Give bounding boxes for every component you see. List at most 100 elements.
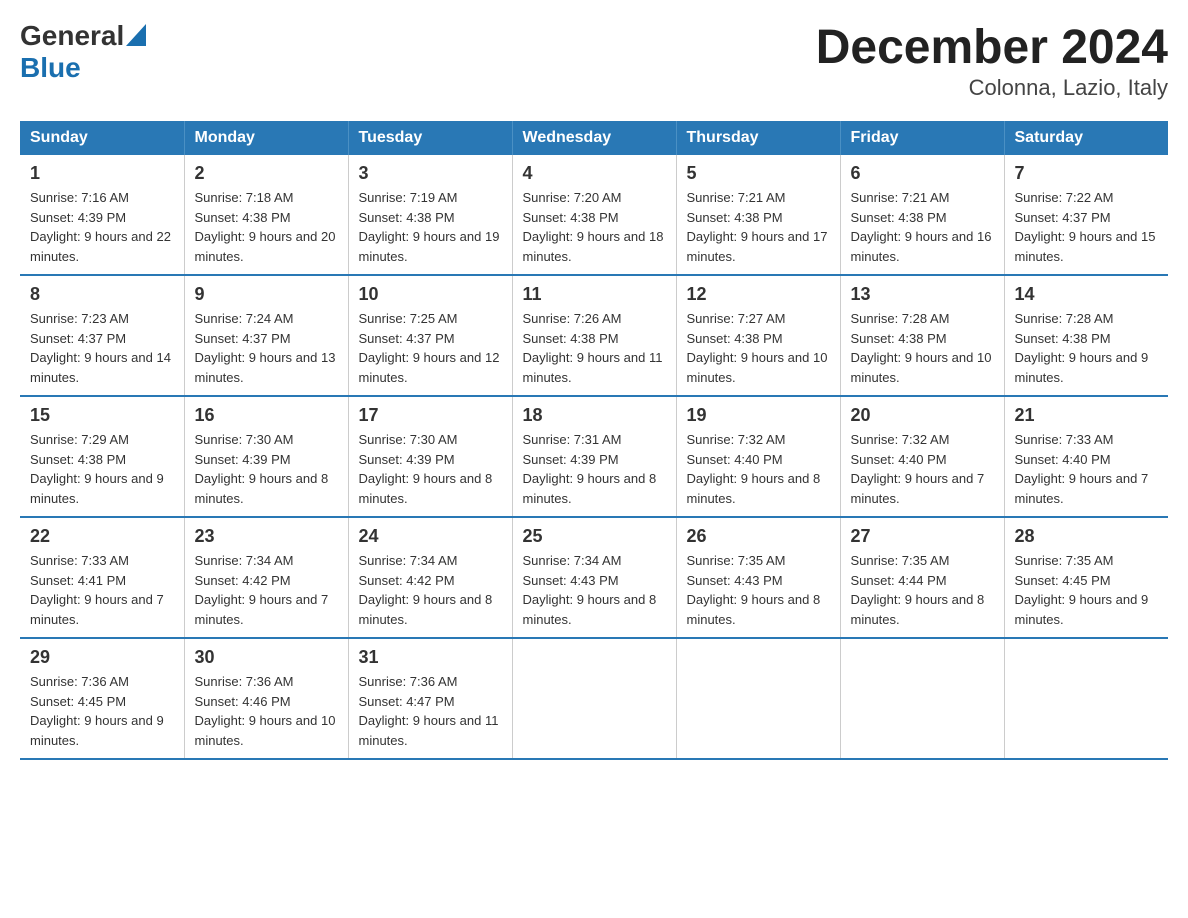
table-row: 10 Sunrise: 7:25 AMSunset: 4:37 PMDaylig…	[348, 275, 512, 396]
table-row: 20 Sunrise: 7:32 AMSunset: 4:40 PMDaylig…	[840, 396, 1004, 517]
day-number: 25	[523, 526, 666, 547]
table-row: 11 Sunrise: 7:26 AMSunset: 4:38 PMDaylig…	[512, 275, 676, 396]
col-wednesday: Wednesday	[512, 121, 676, 155]
day-number: 28	[1015, 526, 1159, 547]
day-number: 4	[523, 163, 666, 184]
day-number: 17	[359, 405, 502, 426]
calendar-table: Sunday Monday Tuesday Wednesday Thursday…	[20, 121, 1168, 760]
table-row	[512, 638, 676, 759]
day-number: 11	[523, 284, 666, 305]
day-number: 6	[851, 163, 994, 184]
day-info: Sunrise: 7:36 AMSunset: 4:47 PMDaylight:…	[359, 674, 499, 748]
day-number: 26	[687, 526, 830, 547]
table-row	[840, 638, 1004, 759]
day-info: Sunrise: 7:36 AMSunset: 4:45 PMDaylight:…	[30, 674, 164, 748]
day-info: Sunrise: 7:25 AMSunset: 4:37 PMDaylight:…	[359, 311, 500, 385]
day-info: Sunrise: 7:26 AMSunset: 4:38 PMDaylight:…	[523, 311, 663, 385]
table-row: 1 Sunrise: 7:16 AMSunset: 4:39 PMDayligh…	[20, 155, 184, 275]
day-info: Sunrise: 7:35 AMSunset: 4:43 PMDaylight:…	[687, 553, 821, 627]
calendar-title: December 2024	[816, 20, 1168, 75]
day-number: 29	[30, 647, 174, 668]
day-number: 12	[687, 284, 830, 305]
table-row: 27 Sunrise: 7:35 AMSunset: 4:44 PMDaylig…	[840, 517, 1004, 638]
table-row: 21 Sunrise: 7:33 AMSunset: 4:40 PMDaylig…	[1004, 396, 1168, 517]
day-number: 15	[30, 405, 174, 426]
title-block: December 2024 Colonna, Lazio, Italy	[816, 20, 1168, 101]
page-header: General Blue December 2024 Colonna, Lazi…	[20, 20, 1168, 101]
day-number: 20	[851, 405, 994, 426]
day-number: 21	[1015, 405, 1159, 426]
day-info: Sunrise: 7:32 AMSunset: 4:40 PMDaylight:…	[851, 432, 985, 506]
table-row: 22 Sunrise: 7:33 AMSunset: 4:41 PMDaylig…	[20, 517, 184, 638]
table-row: 4 Sunrise: 7:20 AMSunset: 4:38 PMDayligh…	[512, 155, 676, 275]
day-info: Sunrise: 7:35 AMSunset: 4:45 PMDaylight:…	[1015, 553, 1149, 627]
day-info: Sunrise: 7:20 AMSunset: 4:38 PMDaylight:…	[523, 190, 664, 264]
day-number: 22	[30, 526, 174, 547]
calendar-subtitle: Colonna, Lazio, Italy	[816, 75, 1168, 101]
logo-general: General	[20, 20, 124, 52]
day-info: Sunrise: 7:21 AMSunset: 4:38 PMDaylight:…	[687, 190, 828, 264]
day-info: Sunrise: 7:34 AMSunset: 4:42 PMDaylight:…	[359, 553, 493, 627]
col-thursday: Thursday	[676, 121, 840, 155]
day-info: Sunrise: 7:21 AMSunset: 4:38 PMDaylight:…	[851, 190, 992, 264]
day-number: 13	[851, 284, 994, 305]
table-row: 19 Sunrise: 7:32 AMSunset: 4:40 PMDaylig…	[676, 396, 840, 517]
day-info: Sunrise: 7:32 AMSunset: 4:40 PMDaylight:…	[687, 432, 821, 506]
col-sunday: Sunday	[20, 121, 184, 155]
day-info: Sunrise: 7:30 AMSunset: 4:39 PMDaylight:…	[359, 432, 493, 506]
day-info: Sunrise: 7:23 AMSunset: 4:37 PMDaylight:…	[30, 311, 171, 385]
day-info: Sunrise: 7:16 AMSunset: 4:39 PMDaylight:…	[30, 190, 171, 264]
day-number: 18	[523, 405, 666, 426]
day-info: Sunrise: 7:19 AMSunset: 4:38 PMDaylight:…	[359, 190, 500, 264]
day-number: 23	[195, 526, 338, 547]
table-row: 5 Sunrise: 7:21 AMSunset: 4:38 PMDayligh…	[676, 155, 840, 275]
day-number: 9	[195, 284, 338, 305]
logo-blue: Blue	[20, 52, 81, 83]
table-row	[1004, 638, 1168, 759]
table-row: 31 Sunrise: 7:36 AMSunset: 4:47 PMDaylig…	[348, 638, 512, 759]
day-number: 30	[195, 647, 338, 668]
col-tuesday: Tuesday	[348, 121, 512, 155]
table-row: 8 Sunrise: 7:23 AMSunset: 4:37 PMDayligh…	[20, 275, 184, 396]
table-row: 15 Sunrise: 7:29 AMSunset: 4:38 PMDaylig…	[20, 396, 184, 517]
day-number: 19	[687, 405, 830, 426]
day-info: Sunrise: 7:33 AMSunset: 4:41 PMDaylight:…	[30, 553, 164, 627]
day-info: Sunrise: 7:27 AMSunset: 4:38 PMDaylight:…	[687, 311, 828, 385]
col-saturday: Saturday	[1004, 121, 1168, 155]
day-info: Sunrise: 7:28 AMSunset: 4:38 PMDaylight:…	[1015, 311, 1149, 385]
day-info: Sunrise: 7:18 AMSunset: 4:38 PMDaylight:…	[195, 190, 336, 264]
day-number: 3	[359, 163, 502, 184]
table-row	[676, 638, 840, 759]
day-number: 2	[195, 163, 338, 184]
calendar-week-row: 1 Sunrise: 7:16 AMSunset: 4:39 PMDayligh…	[20, 155, 1168, 275]
table-row: 14 Sunrise: 7:28 AMSunset: 4:38 PMDaylig…	[1004, 275, 1168, 396]
day-info: Sunrise: 7:35 AMSunset: 4:44 PMDaylight:…	[851, 553, 985, 627]
day-number: 16	[195, 405, 338, 426]
table-row: 25 Sunrise: 7:34 AMSunset: 4:43 PMDaylig…	[512, 517, 676, 638]
day-number: 5	[687, 163, 830, 184]
table-row: 29 Sunrise: 7:36 AMSunset: 4:45 PMDaylig…	[20, 638, 184, 759]
table-row: 28 Sunrise: 7:35 AMSunset: 4:45 PMDaylig…	[1004, 517, 1168, 638]
table-row: 12 Sunrise: 7:27 AMSunset: 4:38 PMDaylig…	[676, 275, 840, 396]
table-row: 24 Sunrise: 7:34 AMSunset: 4:42 PMDaylig…	[348, 517, 512, 638]
table-row: 13 Sunrise: 7:28 AMSunset: 4:38 PMDaylig…	[840, 275, 1004, 396]
table-row: 9 Sunrise: 7:24 AMSunset: 4:37 PMDayligh…	[184, 275, 348, 396]
day-number: 1	[30, 163, 174, 184]
table-row: 6 Sunrise: 7:21 AMSunset: 4:38 PMDayligh…	[840, 155, 1004, 275]
day-info: Sunrise: 7:34 AMSunset: 4:43 PMDaylight:…	[523, 553, 657, 627]
calendar-week-row: 8 Sunrise: 7:23 AMSunset: 4:37 PMDayligh…	[20, 275, 1168, 396]
table-row: 17 Sunrise: 7:30 AMSunset: 4:39 PMDaylig…	[348, 396, 512, 517]
table-row: 18 Sunrise: 7:31 AMSunset: 4:39 PMDaylig…	[512, 396, 676, 517]
day-info: Sunrise: 7:28 AMSunset: 4:38 PMDaylight:…	[851, 311, 992, 385]
calendar-header-row: Sunday Monday Tuesday Wednesday Thursday…	[20, 121, 1168, 155]
day-info: Sunrise: 7:24 AMSunset: 4:37 PMDaylight:…	[195, 311, 336, 385]
col-monday: Monday	[184, 121, 348, 155]
table-row: 2 Sunrise: 7:18 AMSunset: 4:38 PMDayligh…	[184, 155, 348, 275]
day-info: Sunrise: 7:31 AMSunset: 4:39 PMDaylight:…	[523, 432, 657, 506]
day-info: Sunrise: 7:34 AMSunset: 4:42 PMDaylight:…	[195, 553, 329, 627]
day-number: 27	[851, 526, 994, 547]
table-row: 26 Sunrise: 7:35 AMSunset: 4:43 PMDaylig…	[676, 517, 840, 638]
calendar-week-row: 15 Sunrise: 7:29 AMSunset: 4:38 PMDaylig…	[20, 396, 1168, 517]
day-number: 31	[359, 647, 502, 668]
day-number: 24	[359, 526, 502, 547]
